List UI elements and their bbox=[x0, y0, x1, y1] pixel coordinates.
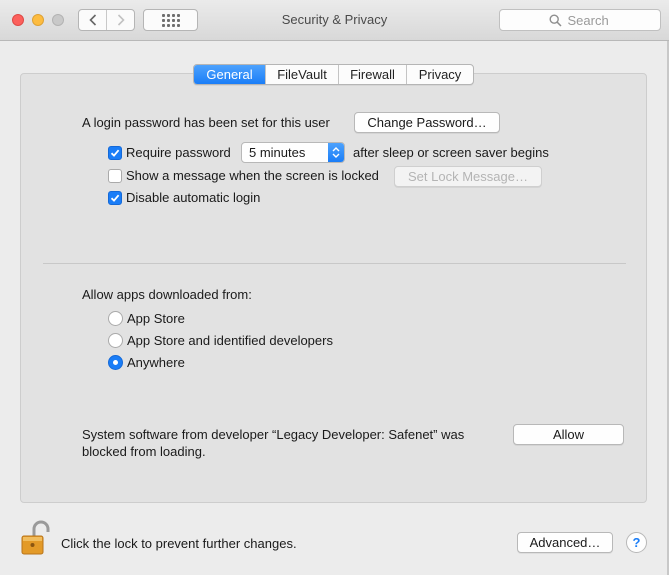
show-message-checkbox[interactable] bbox=[108, 169, 122, 183]
radio-app-store[interactable] bbox=[108, 311, 123, 326]
tab-filevault[interactable]: FileVault bbox=[266, 65, 339, 84]
checkmark-icon bbox=[110, 149, 120, 157]
set-lock-message-button[interactable]: Set Lock Message… bbox=[394, 166, 542, 187]
checkmark-icon bbox=[110, 194, 120, 202]
advanced-button[interactable]: Advanced… bbox=[517, 532, 613, 553]
help-icon: ? bbox=[632, 535, 641, 550]
tab-privacy[interactable]: Privacy bbox=[407, 65, 473, 84]
search-input[interactable] bbox=[567, 12, 612, 28]
require-password-delay-select[interactable]: 5 minutes bbox=[241, 142, 345, 163]
login-password-text: A login password has been set for this u… bbox=[82, 115, 330, 130]
lock-button[interactable] bbox=[20, 520, 52, 556]
allow-apps-heading: Allow apps downloaded from: bbox=[82, 287, 252, 302]
help-button[interactable]: ? bbox=[626, 532, 647, 553]
require-password-label: Require password bbox=[126, 145, 231, 160]
unlocked-padlock-icon bbox=[21, 520, 50, 555]
require-password-checkbox[interactable] bbox=[108, 146, 122, 160]
radio-selected-dot bbox=[113, 360, 118, 365]
radio-anywhere-label: Anywhere bbox=[127, 355, 185, 370]
show-message-label: Show a message when the screen is locked bbox=[126, 168, 379, 183]
radio-app-store-label: App Store bbox=[127, 311, 185, 326]
disable-automatic-login-label: Disable automatic login bbox=[126, 190, 261, 205]
tab-general[interactable]: General bbox=[194, 65, 266, 84]
search-field[interactable] bbox=[499, 9, 661, 31]
change-password-button[interactable]: Change Password… bbox=[354, 112, 500, 133]
section-divider bbox=[43, 263, 626, 264]
allow-button[interactable]: Allow bbox=[513, 424, 624, 445]
lock-message: Click the lock to prevent further change… bbox=[61, 536, 297, 551]
radio-identified-developers[interactable] bbox=[108, 333, 123, 348]
tab-firewall[interactable]: Firewall bbox=[339, 65, 407, 84]
after-sleep-text: after sleep or screen saver begins bbox=[353, 145, 549, 160]
radio-anywhere[interactable] bbox=[108, 355, 123, 370]
tab-bar: General FileVault Firewall Privacy bbox=[193, 64, 474, 85]
popup-arrows-icon bbox=[328, 143, 344, 162]
require-password-delay-value: 5 minutes bbox=[249, 145, 306, 160]
search-icon bbox=[548, 13, 562, 27]
system-software-text-line2: blocked from loading. bbox=[82, 444, 206, 459]
system-software-text-line1: System software from developer “Legacy D… bbox=[82, 427, 465, 442]
radio-identified-developers-label: App Store and identified developers bbox=[127, 333, 333, 348]
disable-automatic-login-checkbox[interactable] bbox=[108, 191, 122, 205]
title-bar: Security & Privacy bbox=[0, 0, 669, 41]
